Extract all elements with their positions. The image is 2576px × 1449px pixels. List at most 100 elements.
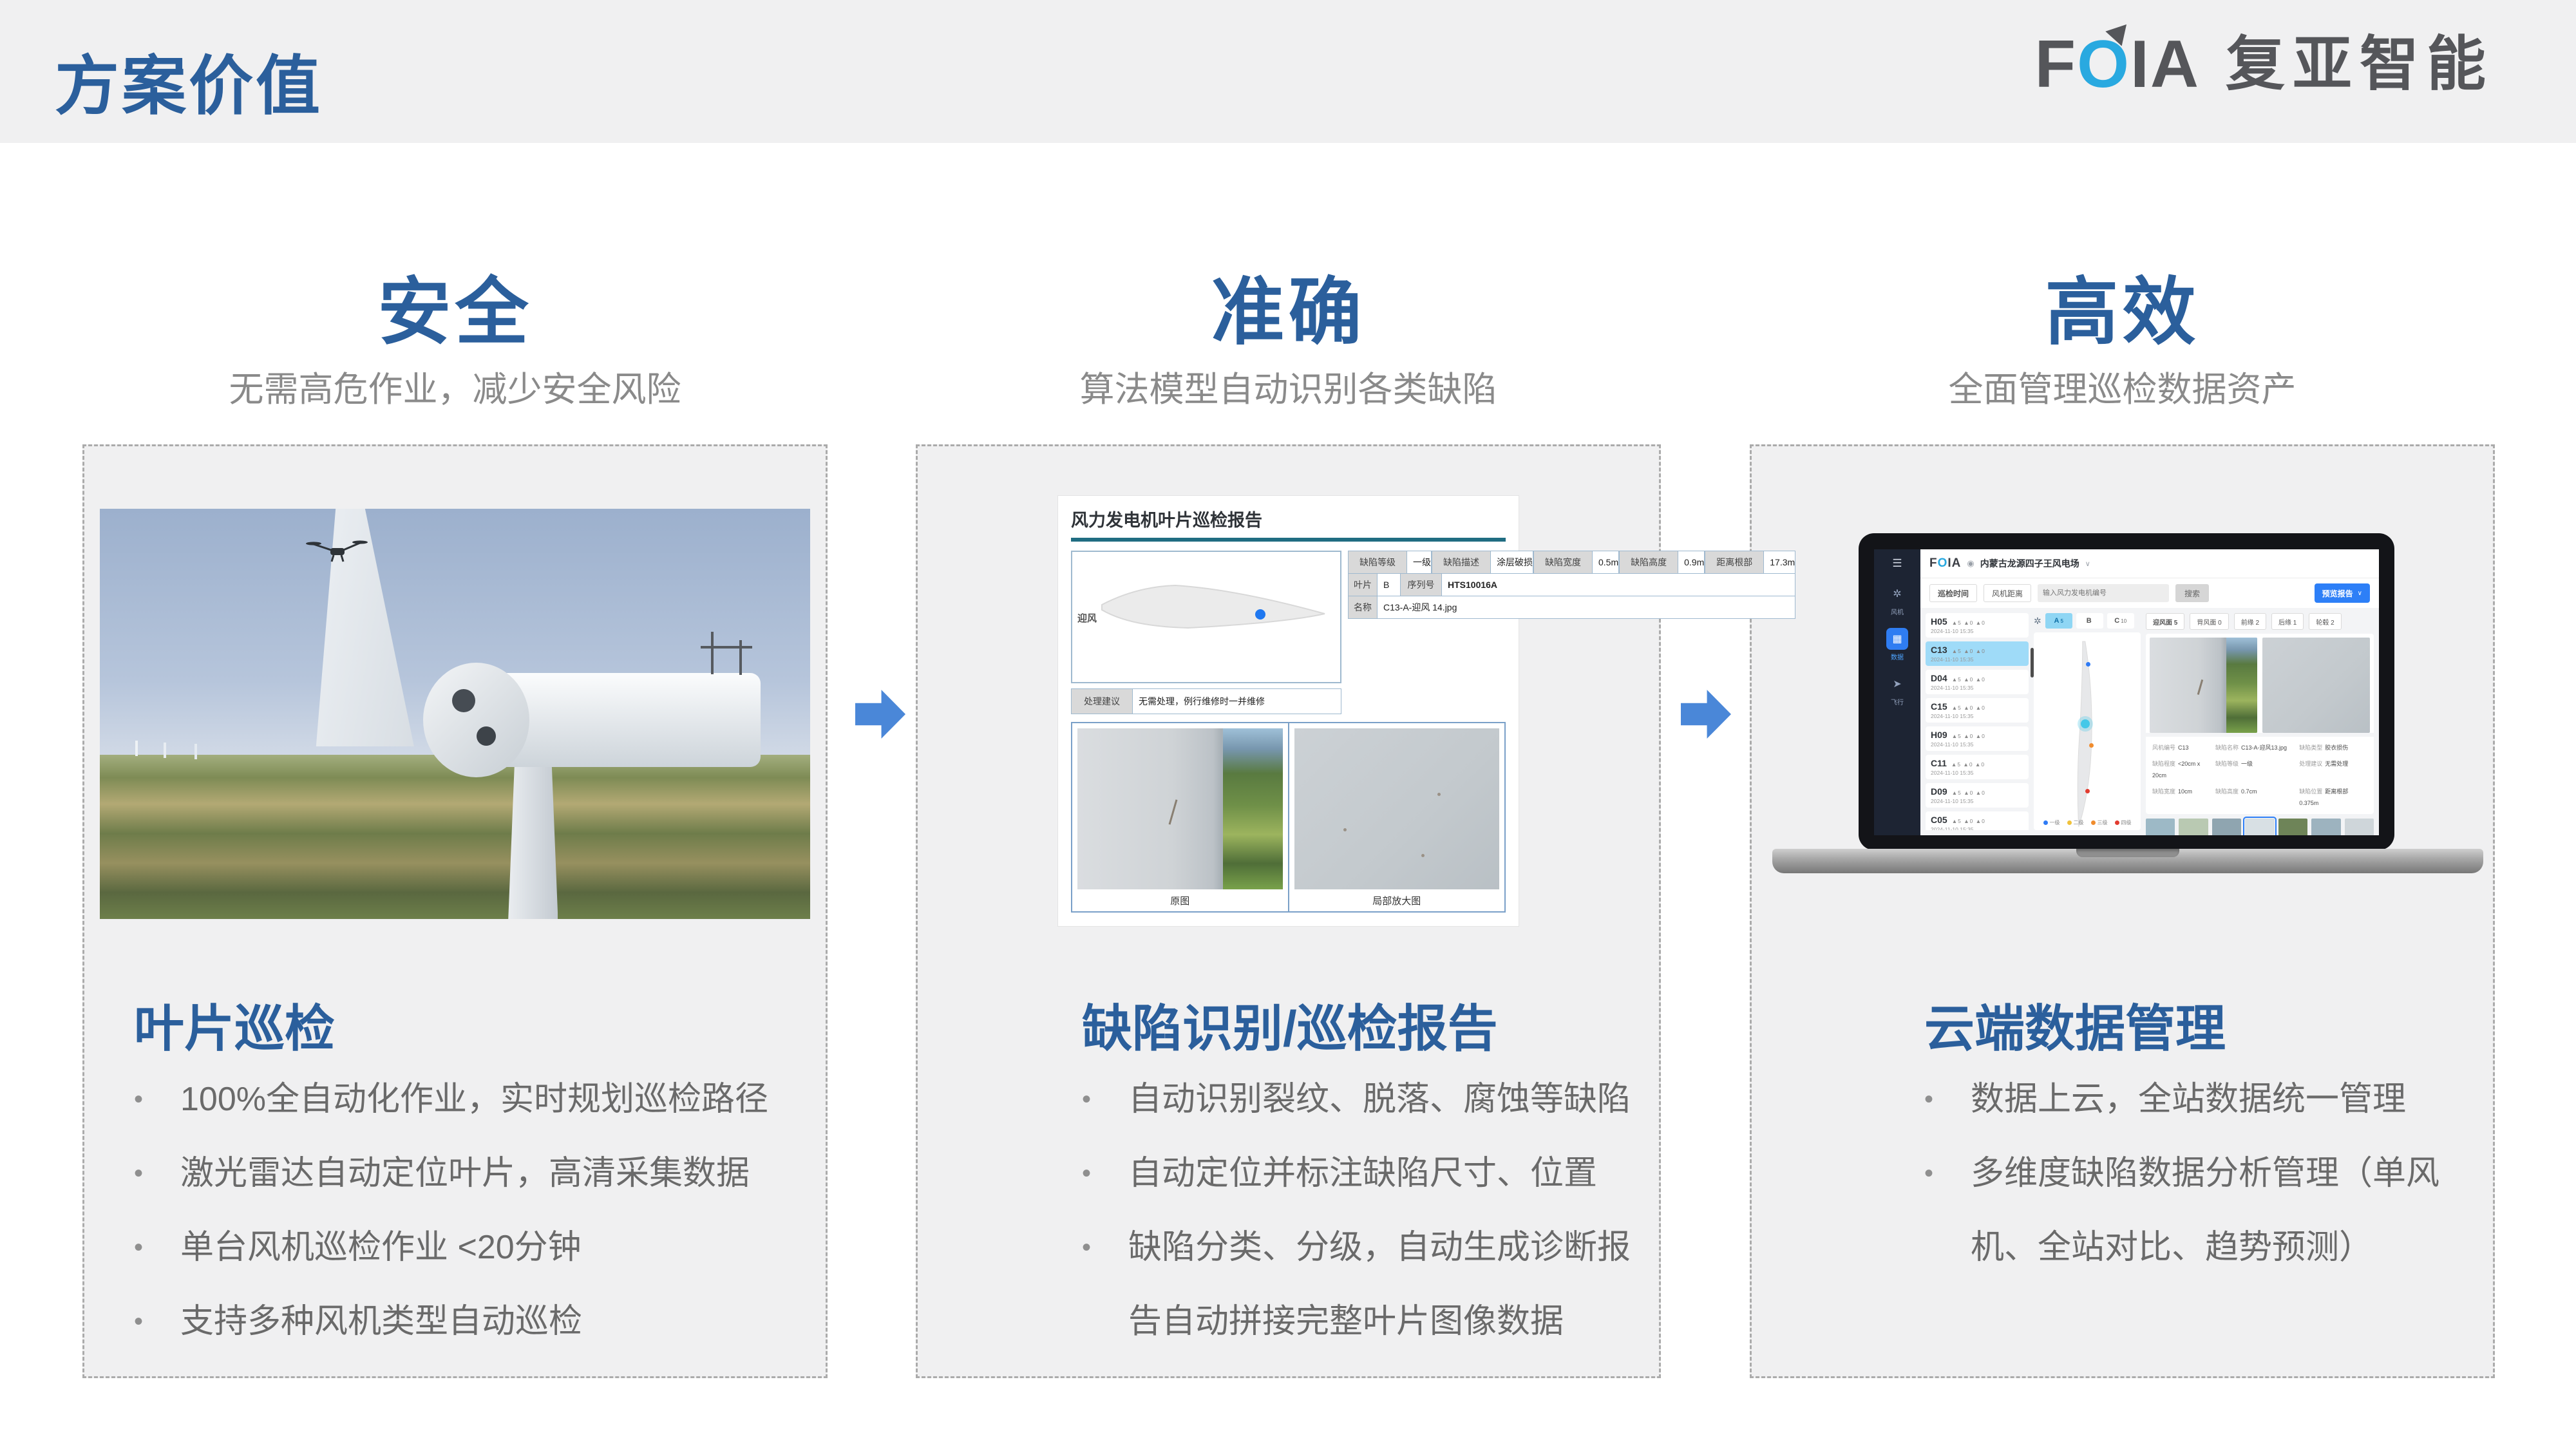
table-label: 缺陷等级 — [1348, 551, 1407, 574]
photo-thumbnail[interactable] — [2212, 819, 2241, 835]
preview-report-button[interactable]: 预览报告∨ — [2315, 583, 2370, 603]
turbine-list-item[interactable]: C15 ▲5 ▲0 ▲0 2024-11-10 15:35 — [1926, 698, 2029, 723]
original-photo-cell: 原图 — [1072, 723, 1288, 911]
defect-photo-zoomed[interactable] — [2262, 638, 2370, 733]
turbine-id: H05 — [1931, 616, 1947, 627]
face-filter-chip[interactable]: 迎风面 5 — [2146, 613, 2184, 630]
photo-thumbnail[interactable] — [2179, 819, 2208, 835]
face-filter-chip[interactable]: 轮毂 2 — [2309, 613, 2341, 630]
meta-cell: 缺陷名称C13-A-迎风13.jpg — [2215, 741, 2295, 753]
photo-thumbnail[interactable] — [2345, 819, 2374, 835]
wind-farm-name[interactable]: 内蒙古龙源四子王风电场 — [1980, 557, 2079, 570]
defect-counts: ▲5 ▲0 ▲0 — [1952, 818, 1985, 824]
table-label: 缺陷描述 — [1432, 551, 1491, 574]
face-filter-chip[interactable]: 前缘 2 — [2234, 613, 2266, 630]
report-title-rule — [1071, 538, 1506, 542]
turbine-list-item[interactable]: D04 ▲5 ▲0 ▲0 2024-11-10 15:35 — [1926, 670, 2029, 694]
table-value: 一级 — [1407, 551, 1432, 574]
inspection-date: 2024-11-10 15:35 — [1931, 741, 2023, 748]
chevron-down-icon: ∨ — [2358, 590, 2362, 597]
brand-letters-ia: IA — [2130, 27, 2200, 102]
nav-label: 数据 — [1891, 652, 1904, 661]
search-button[interactable]: 搜索 — [2175, 584, 2209, 602]
turbine-list-item[interactable]: C05 ▲5 ▲0 ▲0 2024-11-10 15:35 — [1926, 811, 2029, 830]
flow-arrow-icon — [855, 687, 905, 742]
column-subtitle-accurate: 算法模型自动识别各类缺陷 — [916, 361, 1661, 412]
app-logo: FOIA — [1929, 556, 1961, 571]
header-bar: 方案价值 FOIA 复亚智能 — [0, 0, 2576, 143]
sidebar-nav-item[interactable]: ▦ 数据 — [1886, 628, 1908, 661]
menu-icon[interactable]: ☰ — [1892, 557, 1902, 570]
report-title: 风力发电机叶片巡检报告 — [1071, 506, 1506, 531]
turbine-list-item[interactable]: H05 ▲5 ▲0 ▲0 2024-11-10 15:35 — [1926, 613, 2029, 638]
location-pin-icon: ◉ — [1967, 558, 1974, 569]
table-label: 叶片 — [1348, 573, 1378, 596]
meta-cell: 缺陷程度<20cm x 20cm — [2152, 757, 2211, 781]
table-label: 缺陷宽度 — [1533, 551, 1593, 574]
table-value: C13-A-迎风 14.jpg — [1378, 596, 1795, 619]
laptop-base — [1772, 849, 2483, 873]
column-keyword-safety: 安全 — [82, 252, 828, 359]
meta-cell: 处理建议无需处理 — [2299, 757, 2367, 781]
sidebar-nav-item[interactable]: ✲ 风机 — [1886, 583, 1908, 616]
table-value: 0.9m — [1678, 551, 1705, 574]
turbine-list-item[interactable]: C13 ▲5 ▲0 ▲0 2024-11-10 15:35 — [1926, 641, 2029, 666]
photo-thumbnail[interactable] — [2146, 819, 2175, 835]
nav-icon: ➤ — [1886, 673, 1908, 695]
photo-thumbnail[interactable] — [2245, 819, 2274, 835]
cloud-app-ui: ☰ ✲ 风机 ▦ 数据 ➤ 飞行 FOIA ◉ 内蒙古龙源四子王风 — [1874, 549, 2379, 835]
anemometer-mast — [711, 632, 714, 674]
blade-shape — [1092, 565, 1338, 670]
bullet-item: •数据上云，全站数据统一管理 — [1924, 1063, 2454, 1137]
defect-dot-level4[interactable] — [2085, 789, 2090, 793]
bullet-text: 支持多种风机类型自动巡检 — [180, 1285, 813, 1359]
turbine-icon: ✲ — [2034, 616, 2041, 627]
photo-caption: 原图 — [1077, 889, 1283, 911]
photo-thumbnail[interactable] — [2311, 819, 2340, 835]
table-label: 名称 — [1348, 596, 1378, 619]
anemometer-mast — [739, 640, 742, 675]
selected-defect-dot[interactable] — [2081, 719, 2090, 728]
bullet-item: •支持多种风机类型自动巡检 — [134, 1285, 813, 1359]
bullet-dot: • — [1924, 1063, 1971, 1137]
zoomed-photo-cell: 局部放大图 — [1288, 723, 1505, 911]
brand-letter-f: F — [2035, 27, 2078, 102]
blade-tab[interactable]: C10 — [2107, 613, 2134, 629]
sort-chip[interactable]: 风机距离 — [1984, 584, 2031, 602]
table-row: 缺陷宽度 0.5m — [1533, 551, 1619, 574]
laptop-screen: ☰ ✲ 风机 ▦ 数据 ➤ 飞行 FOIA ◉ 内蒙古龙源四子王风 — [1859, 533, 2394, 850]
bullet-item: •自动定位并标注缺陷尺寸、位置 — [1082, 1137, 1641, 1211]
defect-photo-original[interactable] — [2150, 638, 2257, 733]
file-name-row: 名称 C13-A-迎风 14.jpg — [1348, 596, 1795, 619]
search-input[interactable] — [2038, 584, 2169, 602]
sort-chip[interactable]: 巡检时间 — [1929, 584, 1977, 602]
blade-tab[interactable]: B — [2076, 613, 2103, 629]
legend-dot — [2043, 820, 2048, 825]
face-filter-chip[interactable]: 背风面 0 — [2190, 613, 2228, 630]
turbine-list-item[interactable]: H09 ▲5 ▲0 ▲0 2024-11-10 15:35 — [1926, 726, 2029, 751]
turbine-list-item[interactable]: D09 ▲5 ▲0 ▲0 2024-11-10 15:35 — [1926, 783, 2029, 808]
turbine-id: C05 — [1931, 815, 1947, 825]
chevron-down-icon[interactable]: ∨ — [2085, 560, 2090, 568]
landscape-strip — [1223, 728, 1282, 889]
bullet-item: •自动识别裂纹、脱落、腐蚀等缺陷 — [1082, 1063, 1641, 1137]
photo-farmland — [100, 755, 810, 919]
defect-counts: ▲5 ▲0 ▲0 — [1952, 790, 1985, 796]
nav-label: 风机 — [1891, 607, 1904, 616]
turbine-list-item[interactable]: C11 ▲5 ▲0 ▲0 2024-11-10 15:35 — [1926, 755, 2029, 779]
defect-photos — [2146, 634, 2374, 733]
bullet-dot: • — [134, 1063, 180, 1137]
advice-label: 处理建议 — [1071, 688, 1133, 714]
blade-tab[interactable]: A5 — [2045, 613, 2072, 629]
photo-thumbnail[interactable] — [2278, 819, 2307, 835]
sidebar-nav-item[interactable]: ➤ 飞行 — [1886, 673, 1908, 706]
blade-serial-row: 叶片 B 序列号 HTS10016A — [1348, 573, 1795, 596]
blade-tabs: ✲ A5BC10 — [2034, 613, 2141, 629]
bullet-text: 缺陷分类、分级，自动生成诊断报告自动拼接完整叶片图像数据 — [1128, 1211, 1641, 1359]
bullet-text: 自动识别裂纹、脱落、腐蚀等缺陷 — [1128, 1063, 1641, 1137]
advice-row: 处理建议 无需处理，例行维修时一并维修 — [1071, 688, 1341, 714]
bullet-dot: • — [1082, 1063, 1128, 1137]
brand-latin: FOIA — [2035, 31, 2200, 98]
filter-row: 巡检时间风机距离 搜索 预览报告∨ — [1920, 578, 2379, 608]
face-filter-chip[interactable]: 后缘 1 — [2271, 613, 2304, 630]
